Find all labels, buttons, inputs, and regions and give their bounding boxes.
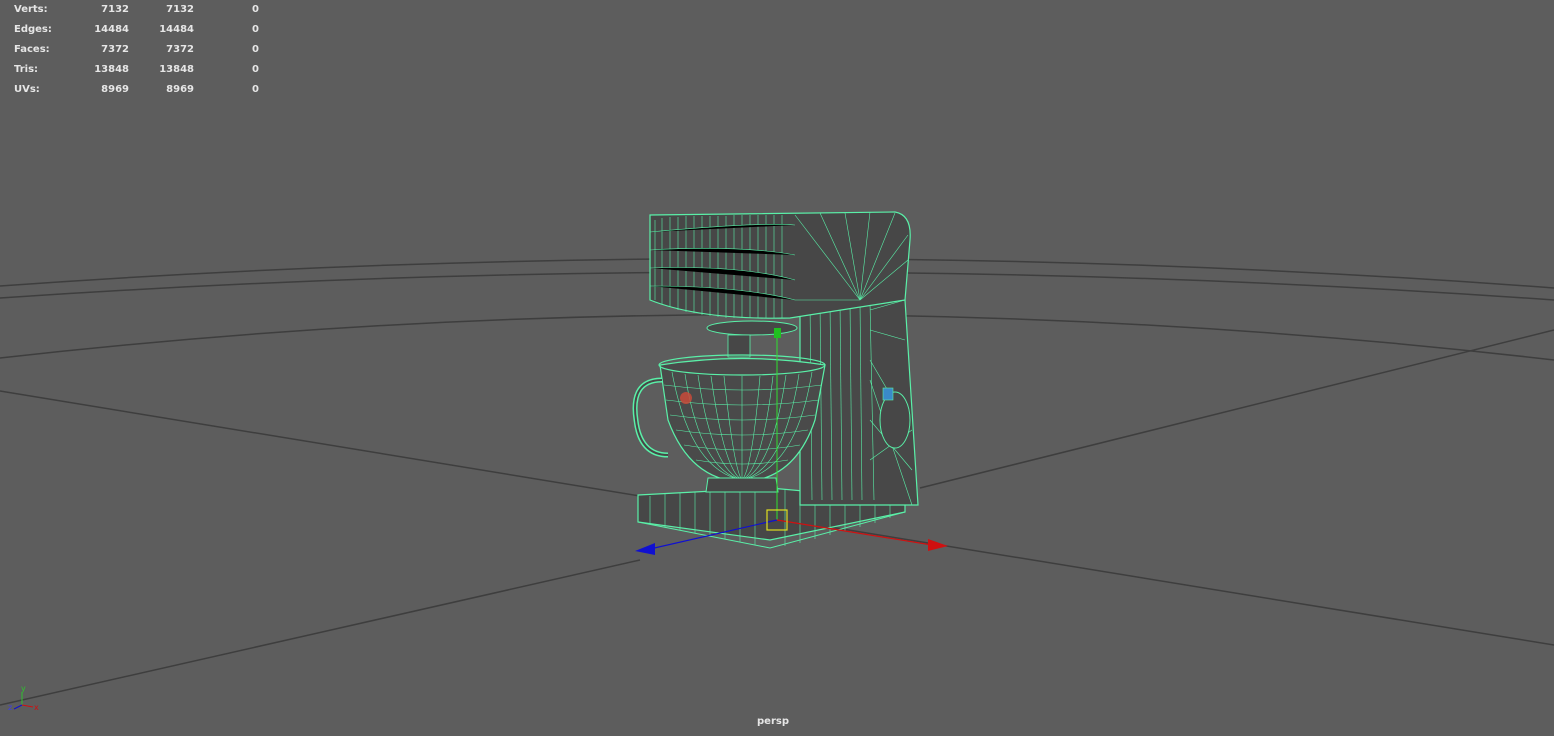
view-axis-indicator: y x z [8,684,39,712]
hud-row-tris: Tris: 13848 13848 0 [14,60,264,80]
rotate-handle [680,392,692,404]
hud-value-component: 0 [252,84,259,95]
hud-value-selected: 7372 [166,44,194,55]
axis-label-y: y [21,684,26,693]
hud-value-component: 0 [252,4,259,15]
y-axis-arrow [774,328,781,338]
x-axis-arrow [928,539,948,551]
hud-row-verts: Verts: 7132 7132 0 [14,0,264,20]
hud-value-component: 0 [252,64,259,75]
hud-value-object: 14484 [94,24,129,35]
hud-value-object: 7372 [101,44,129,55]
hud-value-component: 0 [252,44,259,55]
hud-value-component: 0 [252,24,259,35]
axis-label-x: x [34,703,39,712]
hud-value-selected: 13848 [159,64,194,75]
hud-row-edges: Edges: 14484 14484 0 [14,20,264,40]
hud-row-uvs: UVs: 8969 8969 0 [14,80,264,100]
hud-label: UVs: [14,84,40,95]
hud-value-object: 13848 [94,64,129,75]
hud-value-selected: 7132 [166,4,194,15]
hud-label: Tris: [14,64,39,75]
axis-label-z: z [8,703,12,712]
hud-value-selected: 8969 [166,84,194,95]
hud-value-object: 7132 [101,4,129,15]
hud-label: Verts: [14,4,48,15]
hud-label: Faces: [14,44,50,55]
poly-count-hud: Verts: 7132 7132 0 Edges: 14484 14484 0 … [14,0,264,100]
z-axis-arrow [635,543,655,555]
hud-value-selected: 14484 [159,24,194,35]
camera-name-label: persp [757,716,789,727]
hud-label: Edges: [14,24,52,35]
hud-row-faces: Faces: 7372 7372 0 [14,40,264,60]
perspective-viewport[interactable]: y x z [0,0,1554,736]
hud-value-object: 8969 [101,84,129,95]
